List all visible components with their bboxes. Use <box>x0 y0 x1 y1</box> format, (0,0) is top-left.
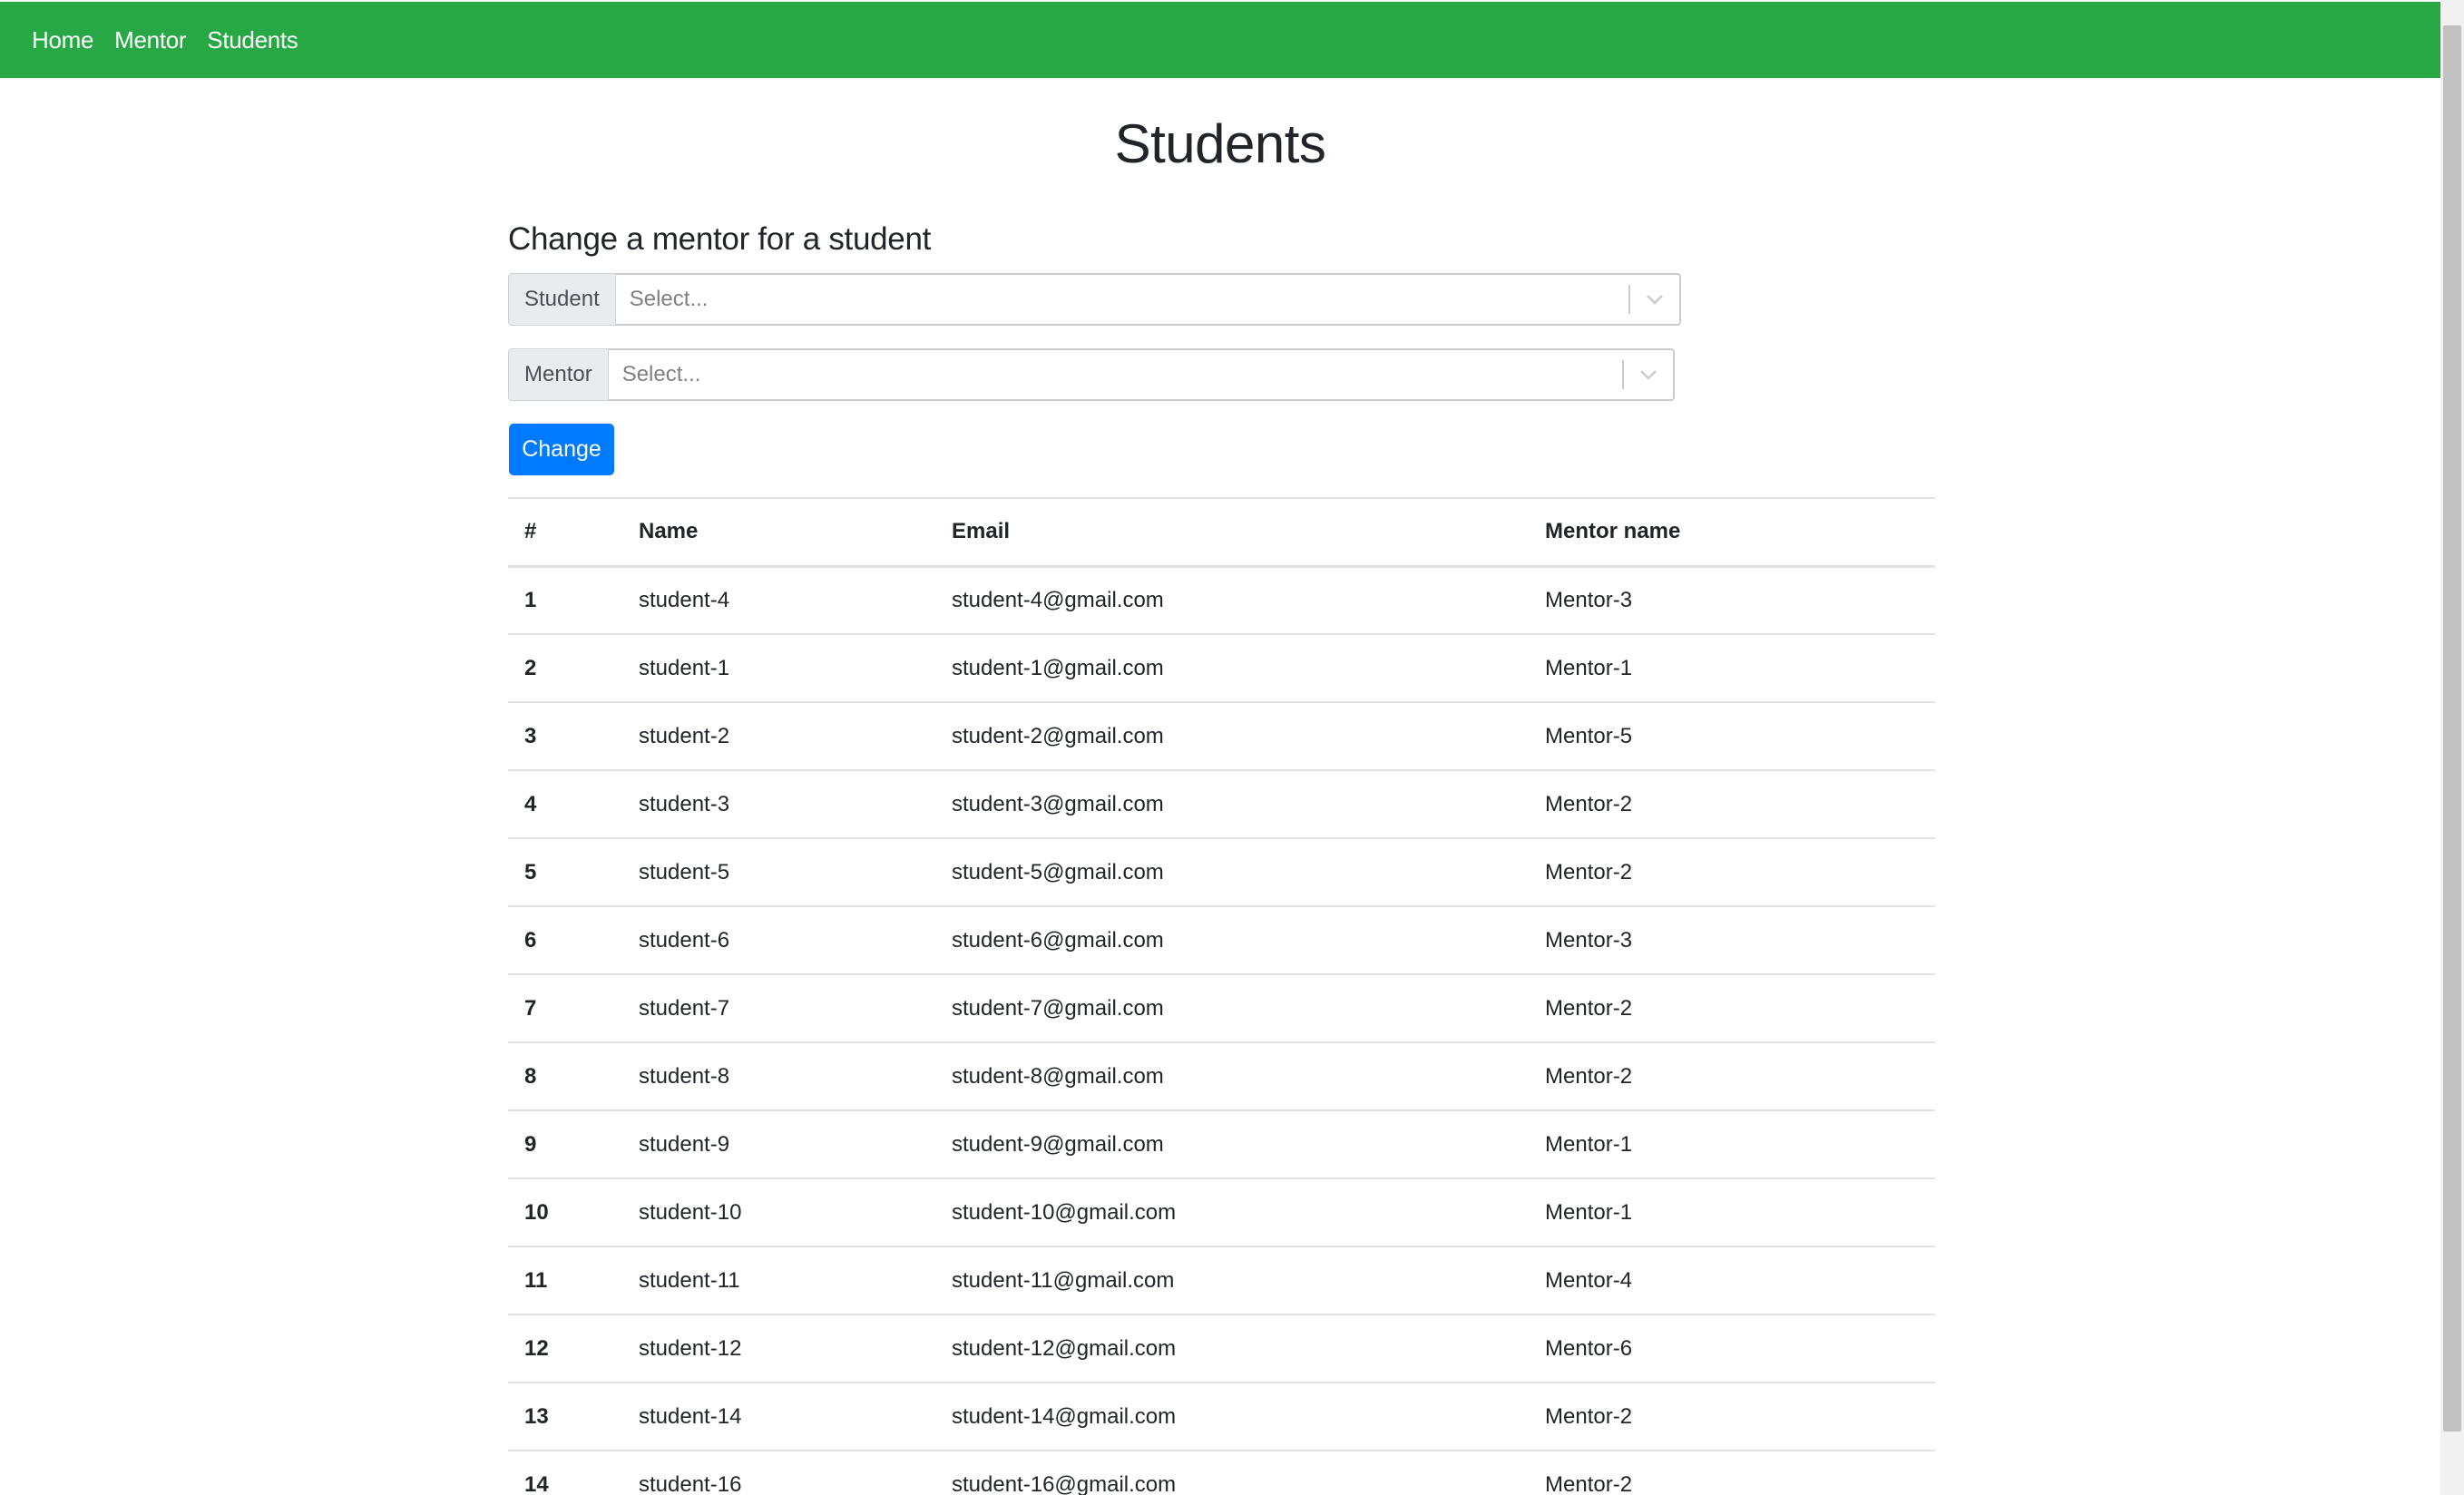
cell-index: 10 <box>508 1178 622 1247</box>
table-row: 9 student-9 student-9@gmail.com Mentor-1 <box>508 1110 1935 1179</box>
cell-mentor: Mentor-6 <box>1529 1314 1935 1383</box>
cell-index: 8 <box>508 1042 622 1111</box>
column-header-name: Name <box>622 497 935 568</box>
table-row: 8 student-8 student-8@gmail.com Mentor-2 <box>508 1042 1935 1111</box>
table-row: 6 student-6 student-6@gmail.com Mentor-3 <box>508 906 1935 975</box>
student-label: Student <box>508 273 616 326</box>
chevron-down-icon[interactable] <box>1624 349 1673 400</box>
cell-mentor: Mentor-1 <box>1529 1110 1935 1179</box>
cell-name: student-16 <box>622 1451 935 1495</box>
cell-index: 4 <box>508 770 622 839</box>
cell-name: student-14 <box>622 1383 935 1451</box>
cell-name: student-8 <box>622 1042 935 1111</box>
nav-link-mentor[interactable]: Mentor <box>114 26 186 54</box>
page-title: Students <box>1114 113 1326 174</box>
cell-email: student-2@gmail.com <box>935 702 1529 771</box>
cell-name: student-4 <box>622 566 935 635</box>
cell-name: student-7 <box>622 974 935 1043</box>
form-heading: Change a mentor for a student <box>508 221 932 257</box>
chevron-down-icon[interactable] <box>1630 274 1679 325</box>
cell-mentor: Mentor-3 <box>1529 906 1935 975</box>
cell-email: student-16@gmail.com <box>935 1451 1529 1495</box>
cell-name: student-9 <box>622 1110 935 1179</box>
cell-mentor: Mentor-1 <box>1529 634 1935 703</box>
cell-mentor: Mentor-2 <box>1529 1042 1935 1111</box>
student-select[interactable]: Select... <box>615 273 1681 326</box>
table-row: 10 student-10 student-10@gmail.com Mentor-1 <box>508 1178 1935 1247</box>
cell-index: 12 <box>508 1314 622 1383</box>
cell-name: student-2 <box>622 702 935 771</box>
cell-name: student-3 <box>622 770 935 839</box>
cell-email: student-12@gmail.com <box>935 1314 1529 1383</box>
cell-index: 14 <box>508 1451 622 1495</box>
nav-link-home[interactable]: Home <box>32 26 93 54</box>
cell-mentor: Mentor-2 <box>1529 974 1935 1043</box>
cell-mentor: Mentor-3 <box>1529 566 1935 635</box>
cell-index: 1 <box>508 566 622 635</box>
cell-index: 2 <box>508 634 622 703</box>
table-row: 1 student-4 student-4@gmail.com Mentor-3 <box>508 566 1935 635</box>
cell-email: student-8@gmail.com <box>935 1042 1529 1111</box>
cell-email: student-6@gmail.com <box>935 906 1529 975</box>
cell-mentor: Mentor-1 <box>1529 1178 1935 1247</box>
mentor-select[interactable]: Select... <box>608 348 1675 401</box>
table-row: 5 student-5 student-5@gmail.com Mentor-2 <box>508 838 1935 907</box>
students-table: # Name Email Mentor name 1 student-4 stude… <box>508 497 1935 1495</box>
student-select-placeholder: Select... <box>629 287 709 311</box>
cell-name: student-6 <box>622 906 935 975</box>
mentor-select-group: Mentor Select... <box>508 348 1675 401</box>
cell-index: 6 <box>508 906 622 975</box>
table-row: 12 student-12 student-12@gmail.com Mentor-6 <box>508 1314 1935 1383</box>
cell-index: 9 <box>508 1110 622 1179</box>
table-row: 14 student-16 student-16@gmail.com Mentor-2 <box>508 1451 1935 1495</box>
change-button[interactable]: Change <box>509 424 614 475</box>
table-row: 2 student-1 student-1@gmail.com Mentor-1 <box>508 634 1935 703</box>
cell-index: 13 <box>508 1383 622 1451</box>
cell-email: student-3@gmail.com <box>935 770 1529 839</box>
scrollbar-thumb[interactable] <box>2443 25 2461 1431</box>
cell-name: student-1 <box>622 634 935 703</box>
table-row: 11 student-11 student-11@gmail.com Mentor-4 <box>508 1246 1935 1315</box>
mentor-select-placeholder: Select... <box>621 362 701 386</box>
table-row: 13 student-14 student-14@gmail.com Mentor-2 <box>508 1383 1935 1451</box>
cell-mentor: Mentor-2 <box>1529 770 1935 839</box>
cell-index: 11 <box>508 1246 622 1315</box>
cell-email: student-5@gmail.com <box>935 838 1529 907</box>
cell-index: 3 <box>508 702 622 771</box>
cell-email: student-9@gmail.com <box>935 1110 1529 1179</box>
vertical-scrollbar[interactable] <box>2440 0 2464 1495</box>
table-row: 7 student-7 student-7@gmail.com Mentor-2 <box>508 974 1935 1043</box>
page: Home Mentor Students Students Change a m… <box>0 0 2464 1495</box>
cell-name: student-12 <box>622 1314 935 1383</box>
cell-email: student-7@gmail.com <box>935 974 1529 1043</box>
cell-email: student-10@gmail.com <box>935 1178 1529 1247</box>
table-header-row: # Name Email Mentor name <box>508 497 1935 568</box>
cell-email: student-1@gmail.com <box>935 634 1529 703</box>
cell-name: student-11 <box>622 1246 935 1315</box>
cell-name: student-5 <box>622 838 935 907</box>
student-select-group: Student Select... <box>508 273 1681 326</box>
mentor-label: Mentor <box>508 348 609 401</box>
column-header-email: Email <box>935 497 1529 568</box>
top-navbar: Home Mentor Students <box>0 0 2440 78</box>
cell-mentor: Mentor-5 <box>1529 702 1935 771</box>
cell-email: student-11@gmail.com <box>935 1246 1529 1315</box>
column-header-mentor: Mentor name <box>1529 497 1935 568</box>
cell-index: 5 <box>508 838 622 907</box>
cell-email: student-4@gmail.com <box>935 566 1529 635</box>
column-header-index: # <box>508 497 622 568</box>
cell-mentor: Mentor-4 <box>1529 1246 1935 1315</box>
cell-mentor: Mentor-2 <box>1529 838 1935 907</box>
cell-name: student-10 <box>622 1178 935 1247</box>
cell-index: 7 <box>508 974 622 1043</box>
cell-mentor: Mentor-2 <box>1529 1383 1935 1451</box>
table-body: 1 student-4 student-4@gmail.com Mentor-3 2st… <box>508 566 1935 1495</box>
table-row: 4 student-3 student-3@gmail.com Mentor-2 <box>508 770 1935 839</box>
nav-link-students[interactable]: Students <box>207 26 298 54</box>
table-row: 3 student-2 student-2@gmail.com Mentor-5 <box>508 702 1935 771</box>
cell-mentor: Mentor-2 <box>1529 1451 1935 1495</box>
cell-email: student-14@gmail.com <box>935 1383 1529 1451</box>
